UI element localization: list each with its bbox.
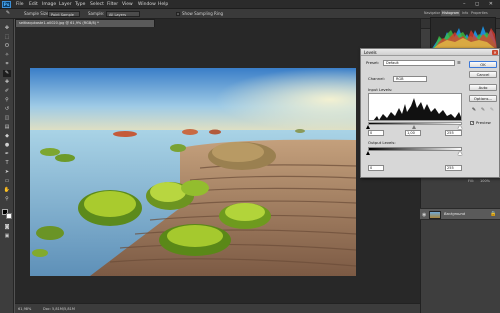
layers-panel: Normal Opacity: 100% Fill: 100% ◉ Backgr… [420,160,500,313]
sample-size-select[interactable]: Point Sample [48,11,80,17]
output-white-slider[interactable] [458,151,462,155]
eye-icon[interactable]: ◉ [422,212,426,218]
history-brush-icon[interactable]: ↺ [3,106,11,113]
menu-select[interactable]: Select [90,1,104,8]
tab-navigator[interactable]: Navigator [423,10,441,16]
show-sampling-ring-label: Show Sampling Ring [182,11,224,16]
ok-button[interactable]: OK [469,61,497,68]
close-icon[interactable]: ✕ [492,50,498,55]
output-gradient-bar [368,147,462,151]
menu-type[interactable]: Type [75,1,85,8]
fill-value[interactable]: 100% [480,178,490,184]
tab-properties[interactable]: Properties [470,10,489,16]
options-button[interactable]: Options... [469,95,497,102]
input-gamma-field[interactable]: 1,00 [405,130,421,136]
type-tool-icon[interactable]: T [3,160,11,167]
black-eyedropper-icon[interactable]: ✎ [471,107,477,113]
tools-panel: ✥ ⬚ ʘ ✧ ⌗ ✎ ✚ ✐ ⚲ ↺ ◫ ▤ ◆ ● ✒ T ➤ ▭ ✋ ⚲ … [0,19,14,313]
image-canvas[interactable] [30,68,356,276]
sample-label: Sample: [88,11,105,16]
menu-view[interactable]: View [122,1,133,8]
input-gamma-slider[interactable] [412,125,416,129]
preview-checkbox[interactable]: ✓ [470,121,474,125]
lock-icon: 🔒 [490,211,497,217]
layer-thumbnail [429,211,441,219]
photoshop-logo: Ps [2,1,11,8]
doc-info: Doc: 5,81M/5,81M [43,307,75,311]
eyedropper-icon[interactable]: ✎ [3,70,11,77]
preset-options-icon[interactable]: ☰ [457,60,461,65]
eraser-tool-icon[interactable]: ◫ [3,115,11,122]
lasso-tool-icon[interactable]: ʘ [3,43,11,50]
clone-stamp-icon[interactable]: ⚲ [3,97,11,104]
marquee-tool-icon[interactable]: ⬚ [3,34,11,41]
input-white-field[interactable]: 255 [445,130,462,136]
layer-row-background[interactable]: ◉ Background 🔒 [420,208,500,220]
channel-select[interactable]: RGB [393,76,427,82]
quick-mask-icon[interactable]: ◙ [3,224,11,231]
tab-info[interactable]: Info [461,10,469,16]
dodge-tool-icon[interactable]: ● [3,142,11,149]
menu-help[interactable]: Help [158,1,168,8]
landscape-photo [30,68,356,276]
screen-mode-icon[interactable]: ▣ [3,233,11,240]
menu-window[interactable]: Window [138,1,156,8]
sample-size-label: Sample Size: [24,11,50,16]
levels-histogram [368,93,462,121]
output-levels-label: Output Levels: [368,140,396,145]
levels-dialog: Levels ✕ Preset: Default ☰ Channel: RGB … [360,48,500,178]
gradient-tool-icon[interactable]: ▤ [3,124,11,131]
shape-tool-icon[interactable]: ▭ [3,178,11,185]
menu-bar: Ps File Edit Image Layer Type Select Fil… [0,0,500,9]
crop-tool-icon[interactable]: ⌗ [3,61,11,68]
menu-image[interactable]: Image [42,1,56,8]
zoom-level[interactable]: 61,98% [18,306,31,312]
sample-select[interactable]: All Layers [106,11,140,17]
preset-label: Preset: [366,60,380,65]
move-tool-icon[interactable]: ✥ [3,25,11,32]
input-white-slider[interactable] [458,125,462,129]
menu-file[interactable]: File [16,1,24,8]
healing-brush-icon[interactable]: ✚ [3,79,11,86]
tab-histogram[interactable]: Histogram [441,10,461,16]
document-tab[interactable]: seitkaqukaste1-a0020.jpg @ 61,9% (RGB/8)… [15,19,155,27]
menu-edit[interactable]: Edit [29,1,38,8]
channel-label: Channel: [368,76,385,81]
input-levels-label: Input Levels: [368,87,393,92]
menu-layer[interactable]: Layer [59,1,72,8]
background-color-swatch[interactable] [6,213,12,219]
output-black-slider[interactable] [366,151,370,155]
preset-select[interactable]: Default [383,60,455,66]
gray-eyedropper-icon[interactable]: ✎ [480,107,486,113]
input-black-field[interactable]: 0 [368,130,384,136]
eyedropper-tool-icon[interactable]: ✎ [4,10,12,17]
status-bar: 61,98% Doc: 5,81M/5,81M [15,303,420,313]
pen-tool-icon[interactable]: ✒ [3,151,11,158]
brush-tool-icon[interactable]: ✐ [3,88,11,95]
path-select-icon[interactable]: ➤ [3,169,11,176]
levels-title-bar[interactable]: Levels [361,49,499,56]
blur-tool-icon[interactable]: ◆ [3,133,11,140]
fill-label: Fill: [468,179,474,183]
quick-select-tool-icon[interactable]: ✧ [3,52,11,59]
window-controls[interactable]: – ◻ ✕ [463,1,497,8]
levels-histogram-graph [373,98,461,120]
levels-title: Levels [364,50,377,55]
input-black-slider[interactable] [366,125,370,129]
auto-button[interactable]: Auto [469,84,497,91]
output-white-field[interactable]: 255 [445,165,462,171]
cancel-button[interactable]: Cancel [469,71,497,78]
show-sampling-ring-checkbox[interactable] [176,12,180,16]
output-black-field[interactable]: 0 [368,165,384,171]
layer-name[interactable]: Background [444,212,465,216]
zoom-tool-icon[interactable]: ⚲ [3,196,11,203]
histogram-graph [431,26,497,50]
menu-filter[interactable]: Filter [107,1,118,8]
preview-label: Preview [476,120,491,125]
white-eyedropper-icon[interactable]: ✎ [489,107,495,113]
histogram-panel [430,17,497,50]
hand-tool-icon[interactable]: ✋ [3,187,11,194]
